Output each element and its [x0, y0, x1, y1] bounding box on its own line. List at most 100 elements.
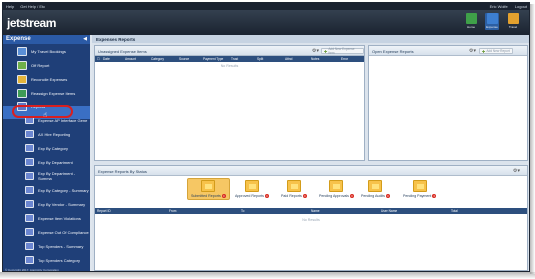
add-icon: ✚ — [324, 48, 328, 54]
no-results-text: No Results — [220, 64, 239, 68]
top-strip: Help Get Help / Etc Eric Wolfe Logout — [3, 3, 529, 10]
column-payment-type[interactable]: Payment Type — [203, 57, 223, 61]
sidebar-item-label: My Travel Bookings — [31, 48, 66, 54]
status-label-row: Pending Approvals 0 — [319, 194, 354, 198]
column-category[interactable]: Category — [151, 57, 164, 61]
sidebar-item[interactable]: Reconcile Expenses — [3, 72, 90, 86]
column-from[interactable]: From — [169, 209, 176, 213]
sidebar-item[interactable]: Expense Item Violations — [3, 211, 90, 225]
column-notes[interactable]: Notes — [311, 57, 319, 61]
report-icon — [25, 242, 34, 250]
sidebar-item[interactable]: Top Spenders - Summary — [3, 239, 90, 253]
status-tile[interactable]: Pending Audits 0 — [361, 180, 390, 198]
column-to[interactable]: To — [241, 209, 244, 213]
column-trust[interactable]: Trust — [231, 57, 238, 61]
travel-nav-button[interactable]: Travel — [506, 13, 520, 30]
status-label-row: Paid Reports 0 — [281, 194, 307, 198]
status-tile[interactable]: Pending Payment 0 — [403, 180, 437, 198]
document-icon — [17, 60, 27, 70]
user-name-link[interactable]: Eric Wolfe — [490, 4, 508, 9]
status-label: Pending Approvals — [319, 194, 349, 198]
folder-icon — [329, 180, 344, 192]
folder-inner-icon — [416, 184, 424, 189]
app-logo: jetstream — [7, 16, 56, 30]
sidebar-item[interactable]: Expense Out Of Compliance — [3, 225, 90, 239]
sidebar-item[interactable]: Exp By Department — [3, 155, 90, 169]
status-count-badge: 0 — [302, 194, 307, 198]
sidebar-item-label: Reassign Expense Items — [31, 90, 76, 96]
sidebar-item[interactable]: Exp By Vendor - Summary — [3, 197, 90, 211]
sidebar-item-label: Exp By Category - Summary — [38, 187, 89, 193]
status-panel: Expense Reports By Status ⚙▾ Submitted R… — [94, 165, 528, 271]
status-count-badge: 0 — [385, 194, 390, 198]
status-label: Paid Reports — [281, 194, 302, 198]
sidebar-list: My Travel Bookings Off Report Reconcile Ex… — [3, 44, 90, 267]
sidebar-item-label: Exp By Category — [38, 145, 69, 151]
page-shadow — [530, 4, 535, 274]
column-user-name[interactable]: User Name — [381, 209, 397, 213]
column-report-id[interactable]: Report ID — [97, 209, 111, 213]
folder-icon — [286, 180, 301, 192]
logout-link[interactable]: Logout — [515, 4, 527, 9]
app-header: jetstream Home Expense Travel — [3, 10, 529, 35]
report-icon — [25, 186, 34, 194]
status-tile[interactable]: Submitted Reports 0 — [187, 178, 230, 200]
sidebar-item[interactable]: Reassign Expense Items — [3, 86, 90, 100]
report-icon — [25, 228, 34, 236]
status-tile[interactable]: Paid Reports 0 — [281, 180, 307, 198]
main-content: Expenses Reports Unassigned Expense Item… — [92, 35, 529, 271]
folder-inner-icon — [333, 184, 341, 189]
sidebar-item-label: Top Spenders Category — [38, 257, 81, 263]
folder-inner-icon — [372, 184, 380, 189]
status-count-badge: 0 — [221, 194, 226, 198]
gear-icon[interactable]: ⚙▾ — [469, 48, 476, 54]
sidebar-item[interactable]: Exp By Category — [3, 141, 90, 155]
help-link[interactable]: Help — [6, 4, 14, 9]
status-count-badge: 0 — [349, 194, 354, 198]
folder-icon — [368, 180, 383, 192]
sidebar-item-label: Exp By Department — [38, 159, 73, 165]
home-nav-button[interactable]: Home — [464, 13, 478, 30]
column-error[interactable]: Error — [341, 57, 348, 61]
column-date[interactable]: Date — [103, 57, 110, 61]
panel-header: Unassigned Expense Items ⚙▾ ✚ Add New Ex… — [95, 46, 364, 56]
status-tile[interactable]: Pending Approvals 0 — [319, 180, 354, 198]
report-icon — [25, 200, 34, 208]
status-tile[interactable]: Approved Reports 0 — [235, 180, 269, 198]
add-report-button[interactable]: ✚ Add New Report — [479, 48, 513, 54]
folder-inner-icon — [248, 184, 256, 189]
sidebar-item[interactable]: My Travel Bookings — [3, 44, 90, 58]
sidebar-item[interactable]: Top Spenders Category — [3, 253, 90, 267]
folder-icon — [244, 180, 259, 192]
column-total[interactable]: Total — [451, 209, 458, 213]
column-split[interactable]: Split — [257, 57, 263, 61]
add-expense-item-button[interactable]: ✚ Add New Expense Item — [321, 47, 364, 55]
sidebar-item-label: Exp By Vendor - Summary — [38, 201, 86, 207]
get-help-link[interactable]: Get Help / Etc — [20, 4, 45, 9]
report-icon — [25, 256, 34, 264]
select-all-checkbox[interactable]: ☐ — [97, 57, 100, 61]
column-amount[interactable]: Amount — [125, 57, 136, 61]
sidebar-item[interactable]: AX Hire Reporting — [3, 127, 90, 141]
column-source[interactable]: Source — [179, 57, 189, 61]
report-icon — [25, 172, 34, 180]
column-attnd[interactable]: Attnd — [285, 57, 292, 61]
sidebar-item[interactable]: Off Report — [3, 58, 90, 72]
gear-icon[interactable]: ⚙▾ — [312, 48, 319, 54]
left-triangle-icon[interactable]: ◀ — [83, 36, 87, 42]
status-count-badge: 0 — [264, 194, 269, 198]
gear-icon[interactable]: ⚙▾ — [513, 168, 520, 174]
status-tiles: Submitted Reports 0 Approved Reports 0 Paid … — [97, 176, 529, 208]
panel-header: Open Expense Reports ⚙▾ ✚ Add New Report — [369, 46, 527, 56]
add-icon: ✚ — [482, 48, 486, 54]
page-shadow — [0, 272, 535, 279]
sidebar: Expense ◀ My Travel Bookings Off Report Re… — [3, 35, 90, 271]
sidebar-item-label: Expense Out Of Compliance — [38, 229, 89, 235]
status-count-badge: 0 — [432, 194, 437, 198]
sidebar-item[interactable]: Exp By Category - Summary — [3, 183, 90, 197]
sidebar-item[interactable]: Exp By Department - Summa — [3, 169, 90, 183]
column-name[interactable]: Name — [311, 209, 320, 213]
no-results-text: No Results — [302, 218, 320, 222]
expense-table-header: ☐ Date Amount Category Source Payment Ty… — [95, 56, 364, 62]
expense-nav-button[interactable]: Expense — [485, 13, 499, 30]
